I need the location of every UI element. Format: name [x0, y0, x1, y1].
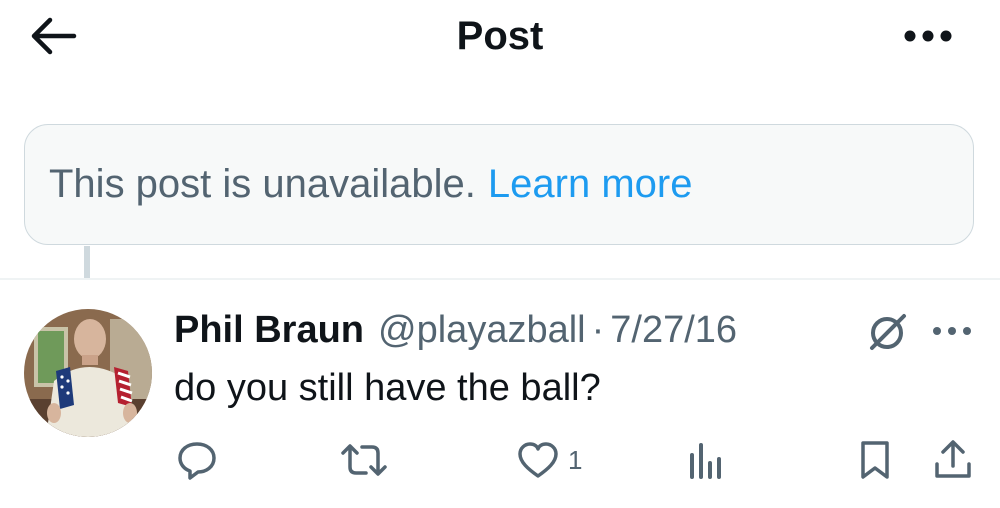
repost-button[interactable]	[338, 436, 390, 484]
post-text: do you still have the ball?	[174, 367, 601, 409]
post-date[interactable]: 7/27/16	[610, 309, 737, 352]
unavailable-notice: This post is unavailable. Learn more	[24, 124, 974, 245]
repost-icon	[341, 444, 387, 476]
user-photo-avatar	[24, 309, 152, 437]
like-button[interactable]: 1	[516, 436, 582, 484]
post-more-button[interactable]	[930, 316, 974, 346]
views-button[interactable]	[688, 436, 724, 484]
post-actions: 1	[0, 436, 1000, 484]
page-title: Post	[456, 14, 544, 58]
reply-icon	[178, 442, 216, 480]
divider	[0, 278, 1000, 280]
share-icon	[935, 440, 971, 478]
views-chart-icon	[690, 443, 721, 479]
more-horizontal-icon	[904, 30, 952, 42]
reply-button[interactable]	[176, 436, 218, 484]
post-header: Phil Braun @playazball · 7/27/16	[174, 306, 737, 354]
heart-icon	[518, 442, 558, 478]
author-handle[interactable]: @playazball	[378, 309, 586, 352]
like-count: 1	[568, 444, 583, 475]
grok-button[interactable]	[866, 310, 910, 354]
unavailable-text: This post is unavailable.	[49, 162, 476, 206]
meta-separator: ·	[591, 308, 605, 351]
share-button[interactable]	[932, 436, 974, 484]
more-options-button[interactable]	[896, 18, 960, 54]
learn-more-link[interactable]: Learn more	[488, 162, 693, 207]
more-horizontal-icon	[933, 327, 971, 335]
bookmark-icon	[861, 441, 889, 479]
bookmark-button[interactable]	[858, 436, 892, 484]
avatar[interactable]	[24, 309, 152, 437]
grok-icon	[870, 314, 906, 350]
author-name[interactable]: Phil Braun	[174, 309, 364, 352]
thread-connector	[84, 246, 90, 278]
top-bar: Post	[0, 0, 1000, 80]
